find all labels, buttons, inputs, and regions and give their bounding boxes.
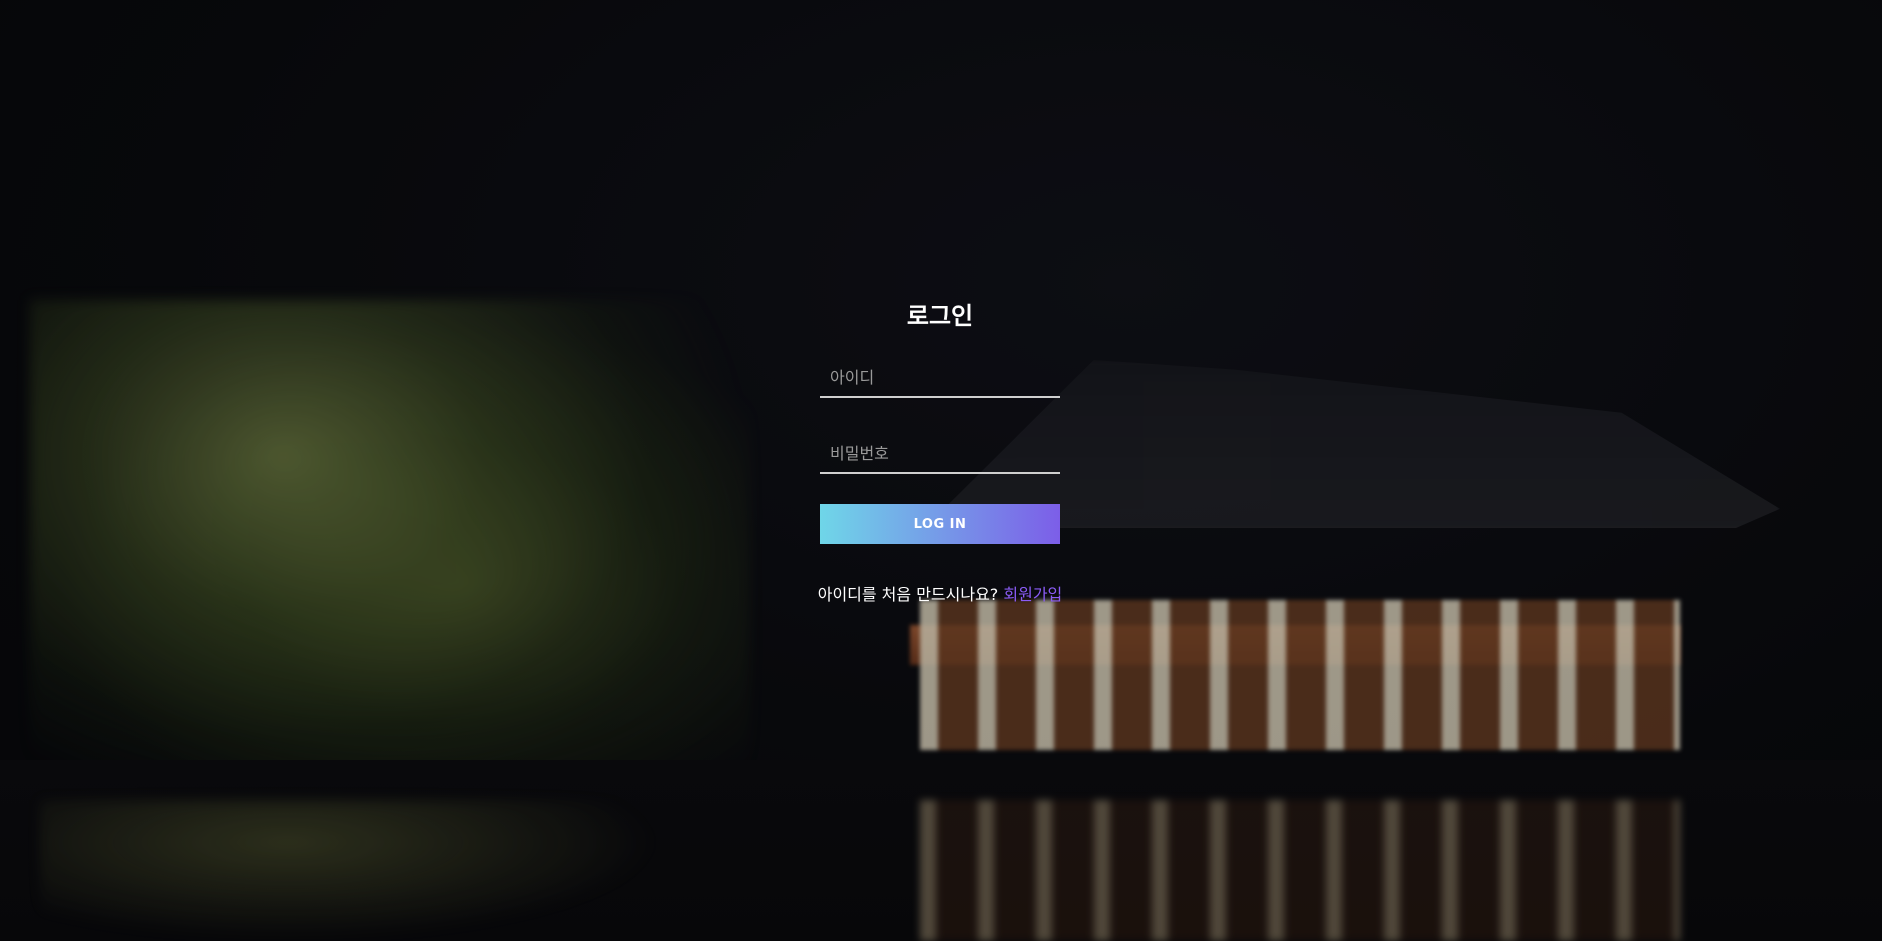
signup-prompt: 아이디를 처음 만드시나요? 회원가입 <box>812 584 1068 606</box>
login-page: 로그인 LOG IN 아이디를 처음 만드시나요? 회원가입 <box>0 0 1882 941</box>
username-input[interactable] <box>820 358 1060 398</box>
login-form: 로그인 LOG IN 아이디를 처음 만드시나요? 회원가입 <box>812 296 1068 606</box>
signup-link[interactable]: 회원가입 <box>1003 585 1062 604</box>
login-button[interactable]: LOG IN <box>820 504 1060 544</box>
signup-prompt-text: 아이디를 처음 만드시나요? <box>817 585 1004 604</box>
login-title: 로그인 <box>906 302 974 330</box>
password-input[interactable] <box>820 434 1060 474</box>
